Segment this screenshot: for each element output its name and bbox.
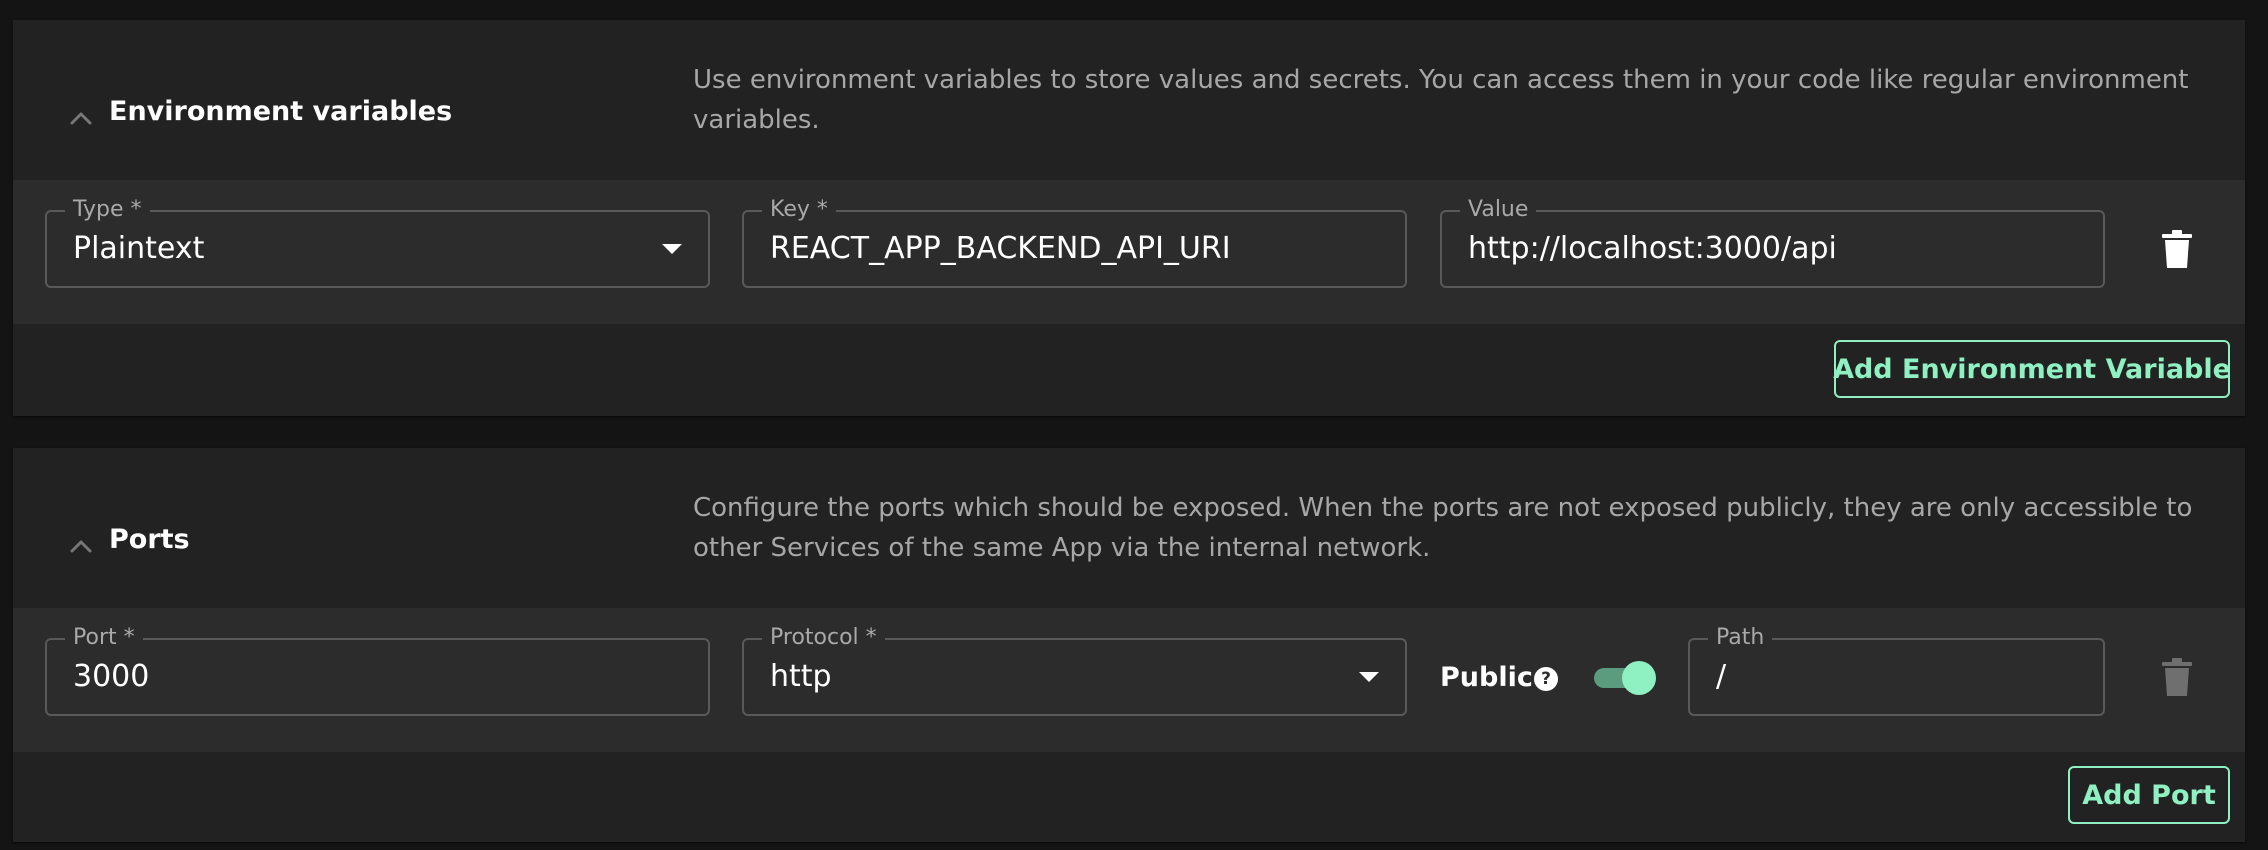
- section-title: Environment variables: [109, 96, 453, 127]
- env-key-value: REACT_APP_BACKEND_API_URI: [770, 231, 1231, 266]
- ports-section: Ports Configure the ports which should b…: [13, 448, 2245, 842]
- chevron-up-icon: [70, 112, 92, 125]
- question-circle-icon[interactable]: ?: [1534, 667, 1558, 691]
- env-value-input[interactable]: Value http://localhost:3000/api: [1440, 195, 2105, 288]
- chevron-up-icon: [70, 540, 92, 553]
- add-environment-variable-button[interactable]: Add Environment Variable: [1833, 340, 2231, 398]
- ports-header: Ports Configure the ports which should b…: [13, 448, 2245, 608]
- env-type-select[interactable]: Type * Plaintext: [45, 195, 710, 288]
- port-input[interactable]: Port * 3000: [45, 623, 710, 716]
- ports-collapse-button[interactable]: [53, 516, 109, 576]
- environment-variables-section: Environment variables Use environment va…: [13, 20, 2245, 416]
- public-toggle[interactable]: [1590, 660, 1656, 696]
- toggle-thumb: [1622, 661, 1656, 695]
- env-collapse-button[interactable]: [53, 88, 109, 148]
- trash-icon: [2162, 658, 2192, 696]
- environment-variables-header: Environment variables Use environment va…: [13, 20, 2245, 180]
- protocol-select[interactable]: Protocol * http: [742, 623, 1407, 716]
- caret-down-icon: [662, 244, 682, 254]
- env-key-input[interactable]: Key * REACT_APP_BACKEND_API_URI: [742, 195, 1407, 288]
- add-port-button[interactable]: Add Port: [2068, 766, 2230, 824]
- section-title: Ports: [109, 524, 190, 555]
- public-label: Public: [1440, 662, 1533, 693]
- section-description: Configure the ports which should be expo…: [693, 493, 2193, 563]
- env-type-value: Plaintext: [73, 231, 205, 266]
- port-row: Port * 3000 Protocol * http Public ? Pat…: [13, 608, 2245, 752]
- path-input[interactable]: Path /: [1688, 623, 2105, 716]
- env-variable-row: Type * Plaintext Key * REACT_APP_BACKEND…: [13, 180, 2245, 324]
- env-delete-button[interactable]: [2155, 226, 2199, 272]
- protocol-value: http: [770, 659, 832, 694]
- port-delete-button[interactable]: [2155, 654, 2199, 700]
- port-value: 3000: [73, 659, 150, 694]
- section-description: Use environment variables to store value…: [693, 65, 2189, 135]
- caret-down-icon: [1359, 672, 1379, 682]
- env-value-value: http://localhost:3000/api: [1468, 231, 1837, 266]
- path-value: /: [1716, 659, 1727, 694]
- trash-icon: [2162, 230, 2192, 268]
